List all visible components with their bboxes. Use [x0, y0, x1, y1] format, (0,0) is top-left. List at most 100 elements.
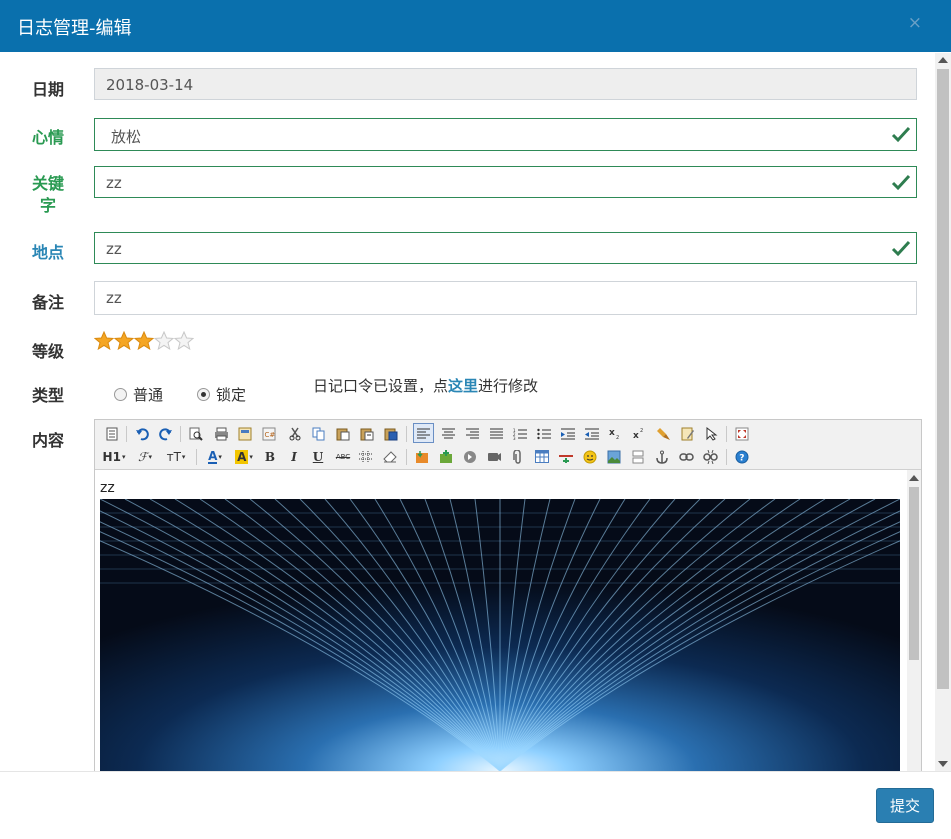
keyword-value: zz	[106, 174, 122, 192]
scroll-down-icon[interactable]	[938, 761, 948, 767]
preview-icon[interactable]	[187, 424, 205, 443]
star-filled-icon[interactable]	[134, 331, 154, 350]
strikethrough-icon[interactable]: ABC	[333, 447, 353, 466]
editor-scroll-thumb[interactable]	[909, 487, 919, 660]
toolbar-separator	[180, 426, 181, 442]
insert-table-icon[interactable]	[533, 447, 551, 466]
svg-text:3: 3	[513, 436, 516, 440]
insert-multi-image-icon[interactable]	[437, 447, 455, 466]
eraser-icon[interactable]	[381, 447, 399, 466]
pagebreak-icon[interactable]	[629, 447, 647, 466]
undo-icon[interactable]	[133, 424, 151, 443]
outdent-icon[interactable]	[583, 424, 601, 443]
source-icon[interactable]	[103, 424, 121, 443]
attachment-icon[interactable]	[509, 447, 527, 466]
paste-text-icon[interactable]	[358, 424, 376, 443]
keyword-field[interactable]: zz	[94, 166, 917, 198]
dialog-scroll-thumb[interactable]	[937, 69, 949, 689]
chevron-down-icon: ▾	[121, 452, 126, 461]
mood-value: 放松	[111, 128, 142, 146]
anchor-icon[interactable]	[653, 447, 671, 466]
emoticon-icon[interactable]	[581, 447, 599, 466]
bold-icon[interactable]: B	[262, 447, 278, 466]
type-option-locked[interactable]: 锁定	[197, 384, 246, 405]
svg-text:C#: C#	[265, 431, 276, 439]
cut-icon[interactable]	[286, 424, 304, 443]
star-rating[interactable]	[94, 331, 194, 354]
close-icon[interactable]: ×	[908, 13, 922, 33]
place-label: 地点	[32, 243, 65, 262]
help-icon[interactable]: ?	[733, 447, 751, 466]
star-filled-icon[interactable]	[94, 331, 114, 350]
align-left-icon[interactable]	[413, 423, 434, 443]
template-icon[interactable]	[236, 424, 254, 443]
scroll-up-icon[interactable]	[938, 57, 948, 63]
horizontal-rule-icon[interactable]	[557, 447, 575, 466]
password-change-link[interactable]: 这里	[448, 377, 478, 395]
mood-label: 心情	[32, 128, 65, 147]
mood-field[interactable]: 放松	[94, 118, 917, 151]
type-option-normal[interactable]: 普通	[114, 384, 163, 405]
rich-text-editor[interactable]: C# 123 x2 x2 H1 ▾ ℱ ▾ тT ▾ A ▾ A ▾ B I U…	[94, 419, 922, 771]
chevron-down-icon: ▾	[181, 452, 186, 461]
code-icon[interactable]: C#	[260, 424, 278, 443]
heading-dropdown[interactable]: H1 ▾	[101, 447, 127, 466]
star-empty-icon[interactable]	[154, 331, 174, 350]
scroll-up-icon[interactable]	[909, 475, 919, 481]
paste-icon[interactable]	[334, 424, 352, 443]
radio-icon[interactable]	[114, 388, 127, 401]
superscript-icon[interactable]: x2	[631, 424, 649, 443]
editor-content[interactable]: zz	[95, 470, 905, 771]
svg-text:x: x	[609, 428, 615, 438]
insert-flash-icon[interactable]	[461, 447, 479, 466]
star-filled-icon[interactable]	[114, 331, 134, 350]
unordered-list-icon[interactable]	[535, 424, 553, 443]
italic-icon[interactable]: I	[286, 447, 302, 466]
align-right-icon[interactable]	[463, 424, 481, 443]
check-icon	[891, 126, 911, 143]
chevron-down-icon: ▾	[249, 452, 253, 461]
select-all-icon[interactable]	[679, 424, 697, 443]
cursor-icon[interactable]	[703, 424, 721, 443]
ordered-list-icon[interactable]: 123	[511, 424, 529, 443]
paste-word-icon[interactable]	[382, 424, 400, 443]
date-field: 2018-03-14	[94, 68, 917, 100]
image-manager-icon[interactable]	[605, 447, 623, 466]
clear-format-icon[interactable]	[655, 424, 673, 443]
dialog-scrollbar[interactable]	[935, 53, 951, 771]
radio-icon[interactable]	[197, 388, 210, 401]
date-value: 2018-03-14	[106, 76, 194, 94]
justify-icon[interactable]	[487, 424, 505, 443]
font-family-dropdown[interactable]: ℱ ▾	[133, 447, 157, 466]
align-center-icon[interactable]	[439, 424, 457, 443]
font-color-icon[interactable]: A ▾	[203, 447, 227, 466]
print-icon[interactable]	[212, 424, 230, 443]
submit-button[interactable]: 提交	[876, 788, 934, 823]
chevron-down-icon: ▾	[148, 452, 152, 461]
fullscreen-icon[interactable]	[733, 424, 751, 443]
link-icon[interactable]	[677, 447, 695, 466]
table-border-icon[interactable]	[357, 447, 375, 466]
highlight-color-icon[interactable]: A ▾	[232, 447, 256, 466]
password-note: 日记口令已设置，点这里进行修改	[313, 377, 539, 395]
date-label: 日期	[32, 80, 65, 99]
indent-icon[interactable]	[559, 424, 577, 443]
insert-image-icon[interactable]	[413, 447, 431, 466]
font-size-dropdown[interactable]: тT ▾	[163, 447, 189, 466]
toolbar-separator	[406, 449, 407, 465]
toolbar-separator	[126, 426, 127, 442]
svg-text:2: 2	[616, 435, 619, 440]
copy-icon[interactable]	[310, 424, 328, 443]
note-field[interactable]: zz	[94, 281, 917, 315]
subscript-icon[interactable]: x2	[607, 424, 625, 443]
editor-scrollbar[interactable]	[907, 470, 921, 771]
star-empty-icon[interactable]	[174, 331, 194, 350]
keyword-label: 关键 字	[32, 174, 65, 215]
insert-video-icon[interactable]	[485, 447, 503, 466]
underline-icon[interactable]: U	[310, 447, 326, 466]
redo-icon[interactable]	[157, 424, 175, 443]
place-value: zz	[106, 240, 122, 258]
svg-text:2: 2	[640, 428, 643, 434]
place-field[interactable]: zz	[94, 232, 917, 264]
unlink-icon[interactable]	[701, 447, 719, 466]
